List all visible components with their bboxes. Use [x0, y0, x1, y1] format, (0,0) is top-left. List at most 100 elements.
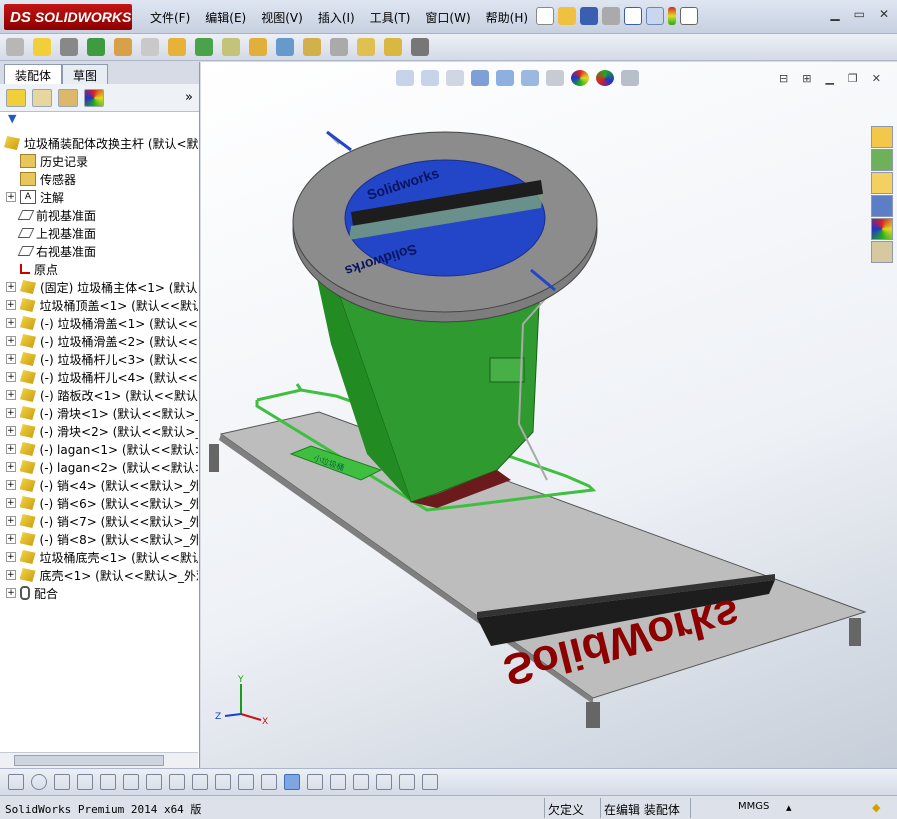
- tree-item[interactable]: + (-) lagan<1> (默认<<默认>_: [0, 440, 198, 458]
- tree-item[interactable]: + (-) 销<8> (默认<<默认>_外观: [0, 530, 198, 548]
- open-folder-icon[interactable]: [558, 7, 576, 25]
- smart-fasteners-icon[interactable]: [114, 38, 132, 56]
- tree-item[interactable]: + (-) 销<6> (默认<<默认>_外观: [0, 494, 198, 512]
- assembly-features-icon[interactable]: [195, 38, 213, 56]
- tree-item[interactable]: + 垃圾桶顶盖<1> (默认<<默认>: [0, 296, 198, 314]
- new-document-icon[interactable]: [536, 7, 554, 25]
- tree-item[interactable]: + (-) 销<7> (默认<<默认>_外观: [0, 512, 198, 530]
- save-icon[interactable]: [580, 7, 598, 25]
- configuration-manager-tab-icon[interactable]: [58, 88, 78, 107]
- line-icon[interactable]: [100, 774, 116, 790]
- graphics-area[interactable]: ⊟ ⊞ ▁ ❐ ✕ SolidWorks 小垃圾桶 Solidworks Sol…: [201, 62, 897, 768]
- menu-edit[interactable]: 编辑(E): [205, 9, 246, 26]
- restore-icon[interactable]: ▭: [854, 7, 865, 21]
- expand-icon[interactable]: +: [6, 282, 16, 292]
- mate-icon[interactable]: [60, 38, 78, 56]
- expand-icon[interactable]: +: [6, 354, 16, 364]
- construction-geometry-icon[interactable]: [146, 774, 162, 790]
- bill-of-materials-icon[interactable]: [276, 38, 294, 56]
- assembly-model[interactable]: SolidWorks 小垃圾桶 Solidworks Solidworks: [201, 62, 897, 768]
- tree-item[interactable]: + 底壳<1> (默认<<默认>_外观: [0, 566, 198, 584]
- tree-item[interactable]: 历史记录: [0, 152, 198, 170]
- tree-item[interactable]: 右视基准面: [0, 242, 198, 260]
- status-units[interactable]: MMGS: [738, 801, 769, 812]
- camera-icon[interactable]: [399, 774, 415, 790]
- shaded-display-icon[interactable]: [284, 774, 300, 790]
- help-question-icon[interactable]: [680, 7, 698, 25]
- display-manager-tab-icon[interactable]: [84, 88, 104, 107]
- show-hidden-icon[interactable]: [168, 38, 186, 56]
- exploded-steps-icon[interactable]: [330, 774, 346, 790]
- solidworks-logo[interactable]: DS SOLIDWORKS: [4, 4, 132, 30]
- move-icon[interactable]: [353, 774, 369, 790]
- print-icon[interactable]: [602, 7, 620, 25]
- tree-item[interactable]: + 垃圾桶底壳<1> (默认<<默认>: [0, 548, 198, 566]
- clearance-icon[interactable]: [357, 38, 375, 56]
- lid-ring[interactable]: Solidworks Solidworks: [292, 130, 598, 323]
- tree-item[interactable]: 垃圾桶装配体改换主杆 (默认<默: [0, 134, 198, 152]
- tree-item[interactable]: + (-) lagan<2> (默认<<默认>_: [0, 458, 198, 476]
- hide-icon[interactable]: [376, 774, 392, 790]
- tree-item[interactable]: + (固定) 垃圾桶主体<1> (默认: [0, 278, 198, 296]
- view-cube-icon[interactable]: [307, 774, 323, 790]
- expand-icon[interactable]: +: [6, 318, 16, 328]
- rebuild-tag-icon[interactable]: ◆: [872, 801, 880, 814]
- tree-item[interactable]: + (-) 垃圾桶滑盖<2> (默认<<: [0, 332, 198, 350]
- expand-icon[interactable]: +: [6, 336, 16, 346]
- rebuild-traffic-light-icon[interactable]: [668, 7, 676, 25]
- tangent-arc-icon[interactable]: [169, 774, 185, 790]
- expand-icon[interactable]: +: [6, 300, 16, 310]
- large-assembly-icon[interactable]: [411, 38, 429, 56]
- close-icon[interactable]: ✕: [879, 7, 889, 21]
- tree-item[interactable]: + (-) 滑块<2> (默认<<默认>_: [0, 422, 198, 440]
- expand-icon[interactable]: +: [6, 462, 16, 472]
- expand-icon[interactable]: +: [6, 516, 16, 526]
- expand-icon[interactable]: +: [6, 552, 16, 562]
- units-chevron-icon[interactable]: ▴: [786, 801, 792, 814]
- tree-item[interactable]: + (-) 垃圾桶杆儿<3> (默认<<: [0, 350, 198, 368]
- insert-component-icon[interactable]: [6, 38, 24, 56]
- tree-item[interactable]: + (-) 垃圾桶杆儿<4> (默认<<: [0, 368, 198, 386]
- instant3d-icon[interactable]: [384, 38, 402, 56]
- tree-item[interactable]: + 配合: [0, 584, 198, 602]
- expand-icon[interactable]: +: [6, 480, 16, 490]
- filter-icon[interactable]: ▼: [0, 112, 199, 130]
- expand-icon[interactable]: +: [6, 498, 16, 508]
- linear-pattern-icon[interactable]: [87, 38, 105, 56]
- tree-item[interactable]: 上视基准面: [0, 224, 198, 242]
- expand-icon[interactable]: +: [6, 390, 16, 400]
- property-manager-tab-icon[interactable]: [32, 88, 52, 107]
- new-part-icon[interactable]: [33, 38, 51, 56]
- expand-icon[interactable]: +: [6, 408, 16, 418]
- menu-tools[interactable]: 工具(T): [370, 9, 411, 26]
- tree-item[interactable]: 原点: [0, 260, 198, 278]
- smart-dimension-icon[interactable]: [123, 774, 139, 790]
- scrollbar-thumb[interactable]: [14, 755, 164, 766]
- grid-icon[interactable]: [215, 774, 231, 790]
- menu-view[interactable]: 视图(V): [261, 9, 303, 26]
- undo-icon[interactable]: [624, 7, 642, 25]
- expand-icon[interactable]: +: [6, 192, 16, 202]
- tab-assembly[interactable]: 装配体: [4, 64, 63, 84]
- tree-item[interactable]: 前视基准面: [0, 206, 198, 224]
- panel-expand-chevron-icon[interactable]: »: [185, 90, 193, 105]
- table-icon[interactable]: [422, 774, 438, 790]
- new-motion-study-icon[interactable]: [249, 38, 267, 56]
- tab-sketch[interactable]: 草图: [62, 64, 109, 84]
- menu-insert[interactable]: 插入(I): [318, 9, 355, 26]
- select-arrow-icon[interactable]: [646, 7, 664, 25]
- feature-manager-tab-icon[interactable]: [6, 88, 26, 107]
- 3d-sketch-icon[interactable]: [261, 774, 277, 790]
- tree-item[interactable]: 传感器: [0, 170, 198, 188]
- mirror-icon[interactable]: [192, 774, 208, 790]
- menu-help[interactable]: 帮助(H): [486, 9, 528, 26]
- tree-item[interactable]: + (-) 踏板改<1> (默认<<默认: [0, 386, 198, 404]
- tree-horizontal-scrollbar[interactable]: [0, 752, 198, 768]
- reference-geometry-icon[interactable]: [222, 38, 240, 56]
- expand-icon[interactable]: +: [6, 444, 16, 454]
- move-component-icon[interactable]: [141, 38, 159, 56]
- point-icon[interactable]: [8, 774, 24, 790]
- tree-item[interactable]: + (-) 销<4> (默认<<默认>_外观: [0, 476, 198, 494]
- tree-item[interactable]: + (-) 垃圾桶滑盖<1> (默认<<: [0, 314, 198, 332]
- expand-icon[interactable]: +: [6, 588, 16, 598]
